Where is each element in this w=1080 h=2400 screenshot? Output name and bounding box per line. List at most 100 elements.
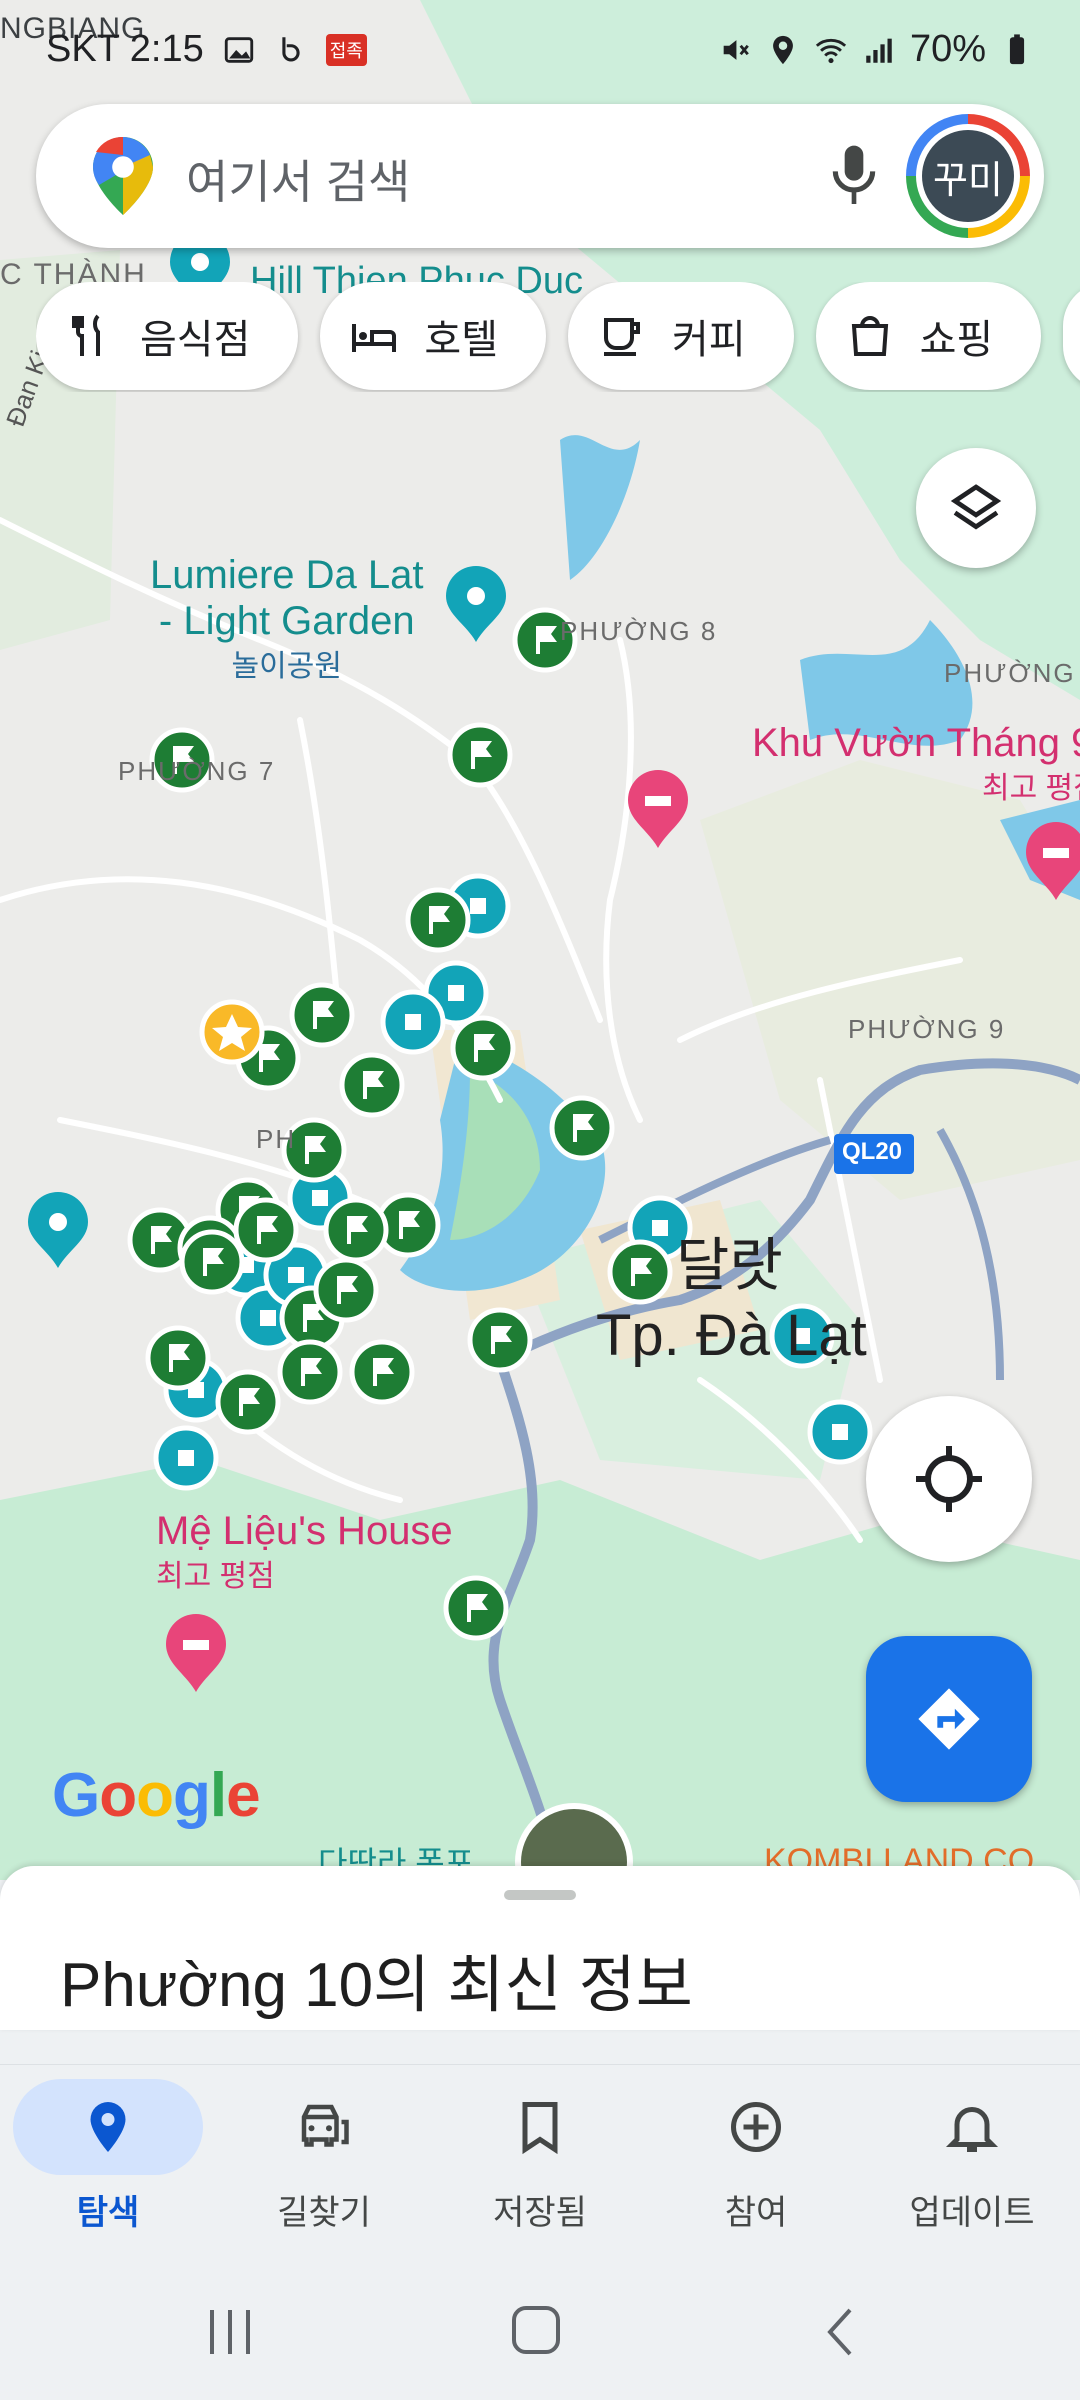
back-icon[interactable] [816, 2304, 866, 2360]
signal-icon [866, 38, 892, 63]
bell-icon [945, 2107, 999, 2152]
map-label-ward-right: PHƯỜNG [944, 658, 1076, 688]
poi-pin-teal[interactable] [153, 1425, 219, 1491]
layers-button[interactable] [916, 448, 1036, 568]
chip-more[interactable] [1063, 282, 1080, 390]
system-navigation-bar [0, 2264, 1080, 2400]
attraction-pin-teal[interactable] [445, 565, 506, 642]
chip-label: 음식점 [140, 318, 251, 362]
map-label-mieu[interactable]: Mệ Liệu's House 최고 평점 [156, 1508, 453, 1600]
chip-coffee[interactable]: 커피 [568, 282, 794, 390]
map-label-ward8: PHƯỜNG 8 [560, 616, 718, 646]
b-app-icon [282, 36, 300, 61]
khu-vuon-title: Khu Vườn Tháng 9 [752, 721, 1080, 765]
battery-icon [1009, 33, 1025, 64]
poi-pin-green[interactable] [339, 1052, 405, 1118]
gallery-icon [224, 36, 253, 63]
poi-pin-green[interactable] [145, 1325, 211, 1391]
poi-pin-green[interactable] [450, 1015, 516, 1081]
nav-label: 탐색 [76, 2194, 140, 2232]
hotel-pin-pink[interactable] [628, 770, 688, 848]
nav-contribute[interactable]: 참여 [648, 2065, 864, 2265]
layers-icon [950, 484, 1002, 530]
chip-shopping[interactable]: 쇼핑 [815, 282, 1042, 390]
nav-label: 길찾기 [277, 2194, 371, 2232]
attraction-pin-teal[interactable] [28, 1192, 88, 1268]
chip-label: 쇼핑 [919, 318, 994, 362]
nav-saved[interactable]: 저장됨 [432, 2065, 648, 2265]
mute-icon [723, 39, 749, 60]
location-icon [773, 35, 793, 64]
map-label-ward-p: PH [256, 1124, 297, 1154]
poi-pin-green[interactable] [405, 887, 471, 953]
poi-pin-green[interactable] [289, 982, 355, 1048]
poi-pin-green[interactable] [233, 1197, 299, 1263]
hotel-icon [352, 324, 397, 352]
map-label-ward7: PHƯỜNG 7 [118, 756, 276, 786]
hotel-pin-pink[interactable] [166, 1614, 226, 1692]
google-logo: Google [52, 1761, 261, 1830]
mieu-rating: 최고 평점 [156, 1560, 275, 1593]
lumiere-line1: Lumiere Da Lat [150, 553, 424, 597]
app-badge-icon: 접족 [325, 33, 367, 66]
poi-pin-teal[interactable] [380, 989, 446, 1055]
poi-pin-green[interactable] [607, 1239, 673, 1305]
my-location-button[interactable] [866, 1396, 1032, 1562]
poi-pin-star[interactable] [199, 999, 265, 1065]
sheet-title: Phường 10의 최신 정보 [60, 1951, 693, 2020]
status-bar: SKT 2:15 접족 70% [0, 0, 1080, 100]
map-label-ward9: PHƯỜNG 9 [848, 1014, 1006, 1044]
nav-label: 참여 [724, 2194, 788, 2232]
status-time: SKT 2:15 [46, 28, 204, 70]
account-avatar[interactable]: 꾸미 [906, 114, 1030, 238]
poi-pin-green[interactable] [467, 1307, 533, 1373]
poi-pin-green[interactable] [215, 1369, 281, 1435]
shopping-icon [851, 316, 888, 356]
nav-updates[interactable]: 업데이트 [864, 2065, 1080, 2265]
nav-label: 저장됨 [493, 2194, 587, 2232]
restaurant-icon [72, 314, 100, 356]
crosshair-icon [916, 1446, 982, 1512]
map-label-lumiere[interactable]: Lumiere Da Lat - Light Garden 놀이공원 [150, 552, 423, 690]
nav-directions[interactable]: 길찾기 [216, 2065, 432, 2265]
chip-restaurant[interactable]: 음식점 [36, 282, 299, 390]
category-chips: 음식점 호텔 커피 쇼핑 [36, 282, 1080, 392]
car-icon [301, 2104, 349, 2147]
nav-explore[interactable]: 탐색 [0, 2065, 216, 2265]
map-label-ql20: QL20 [842, 1138, 903, 1165]
chip-hotel[interactable]: 호텔 [320, 282, 547, 390]
poi-pin-green[interactable] [443, 1575, 509, 1641]
hotel-pin-pink[interactable] [1026, 822, 1080, 900]
poi-pin-green[interactable] [349, 1339, 415, 1405]
recent-apps-icon[interactable] [200, 2304, 260, 2360]
avatar-initials: 꾸미 [922, 130, 1014, 222]
nav-label: 업데이트 [909, 2194, 1035, 2232]
add-circle-icon [731, 2102, 781, 2152]
bottom-navigation: 탐색 길찾기 저장됨 참여 업데이트 [0, 2064, 1080, 2264]
search-bar[interactable]: 여기서 검색 꾸미 [36, 104, 1044, 248]
home-icon[interactable] [508, 2302, 572, 2362]
lumiere-category: 놀이공원 [231, 650, 342, 683]
chip-label: 커피 [672, 318, 746, 362]
google-maps-pin-icon [93, 136, 153, 215]
poi-pin-teal[interactable] [807, 1399, 873, 1465]
sheet-drag-handle[interactable] [504, 1890, 576, 1900]
map-label-khu-vuon[interactable]: Khu Vườn Tháng 9 최고 평점 [752, 720, 1080, 812]
bookmark-icon [522, 2102, 558, 2155]
poi-pin-green[interactable] [313, 1257, 379, 1323]
search-placeholder[interactable]: 여기서 검색 [186, 146, 410, 212]
poi-pin-green[interactable] [323, 1197, 389, 1263]
directions-icon [918, 1688, 980, 1750]
explore-pin-icon [90, 2102, 126, 2152]
poi-pin-green[interactable] [277, 1339, 343, 1405]
avatar-ring: 꾸미 [916, 124, 1020, 228]
battery-percent: 70% [909, 28, 986, 70]
mic-icon[interactable] [826, 140, 882, 212]
poi-pin-green[interactable] [549, 1095, 615, 1161]
coffee-icon [604, 318, 641, 356]
poi-pin-green[interactable] [447, 722, 513, 788]
khu-vuon-rating: 최고 평점 [982, 772, 1080, 805]
poi-pin-green[interactable] [179, 1229, 245, 1295]
directions-button[interactable] [866, 1636, 1032, 1802]
bottom-sheet[interactable]: Phường 10의 최신 정보 [0, 1866, 1080, 2030]
